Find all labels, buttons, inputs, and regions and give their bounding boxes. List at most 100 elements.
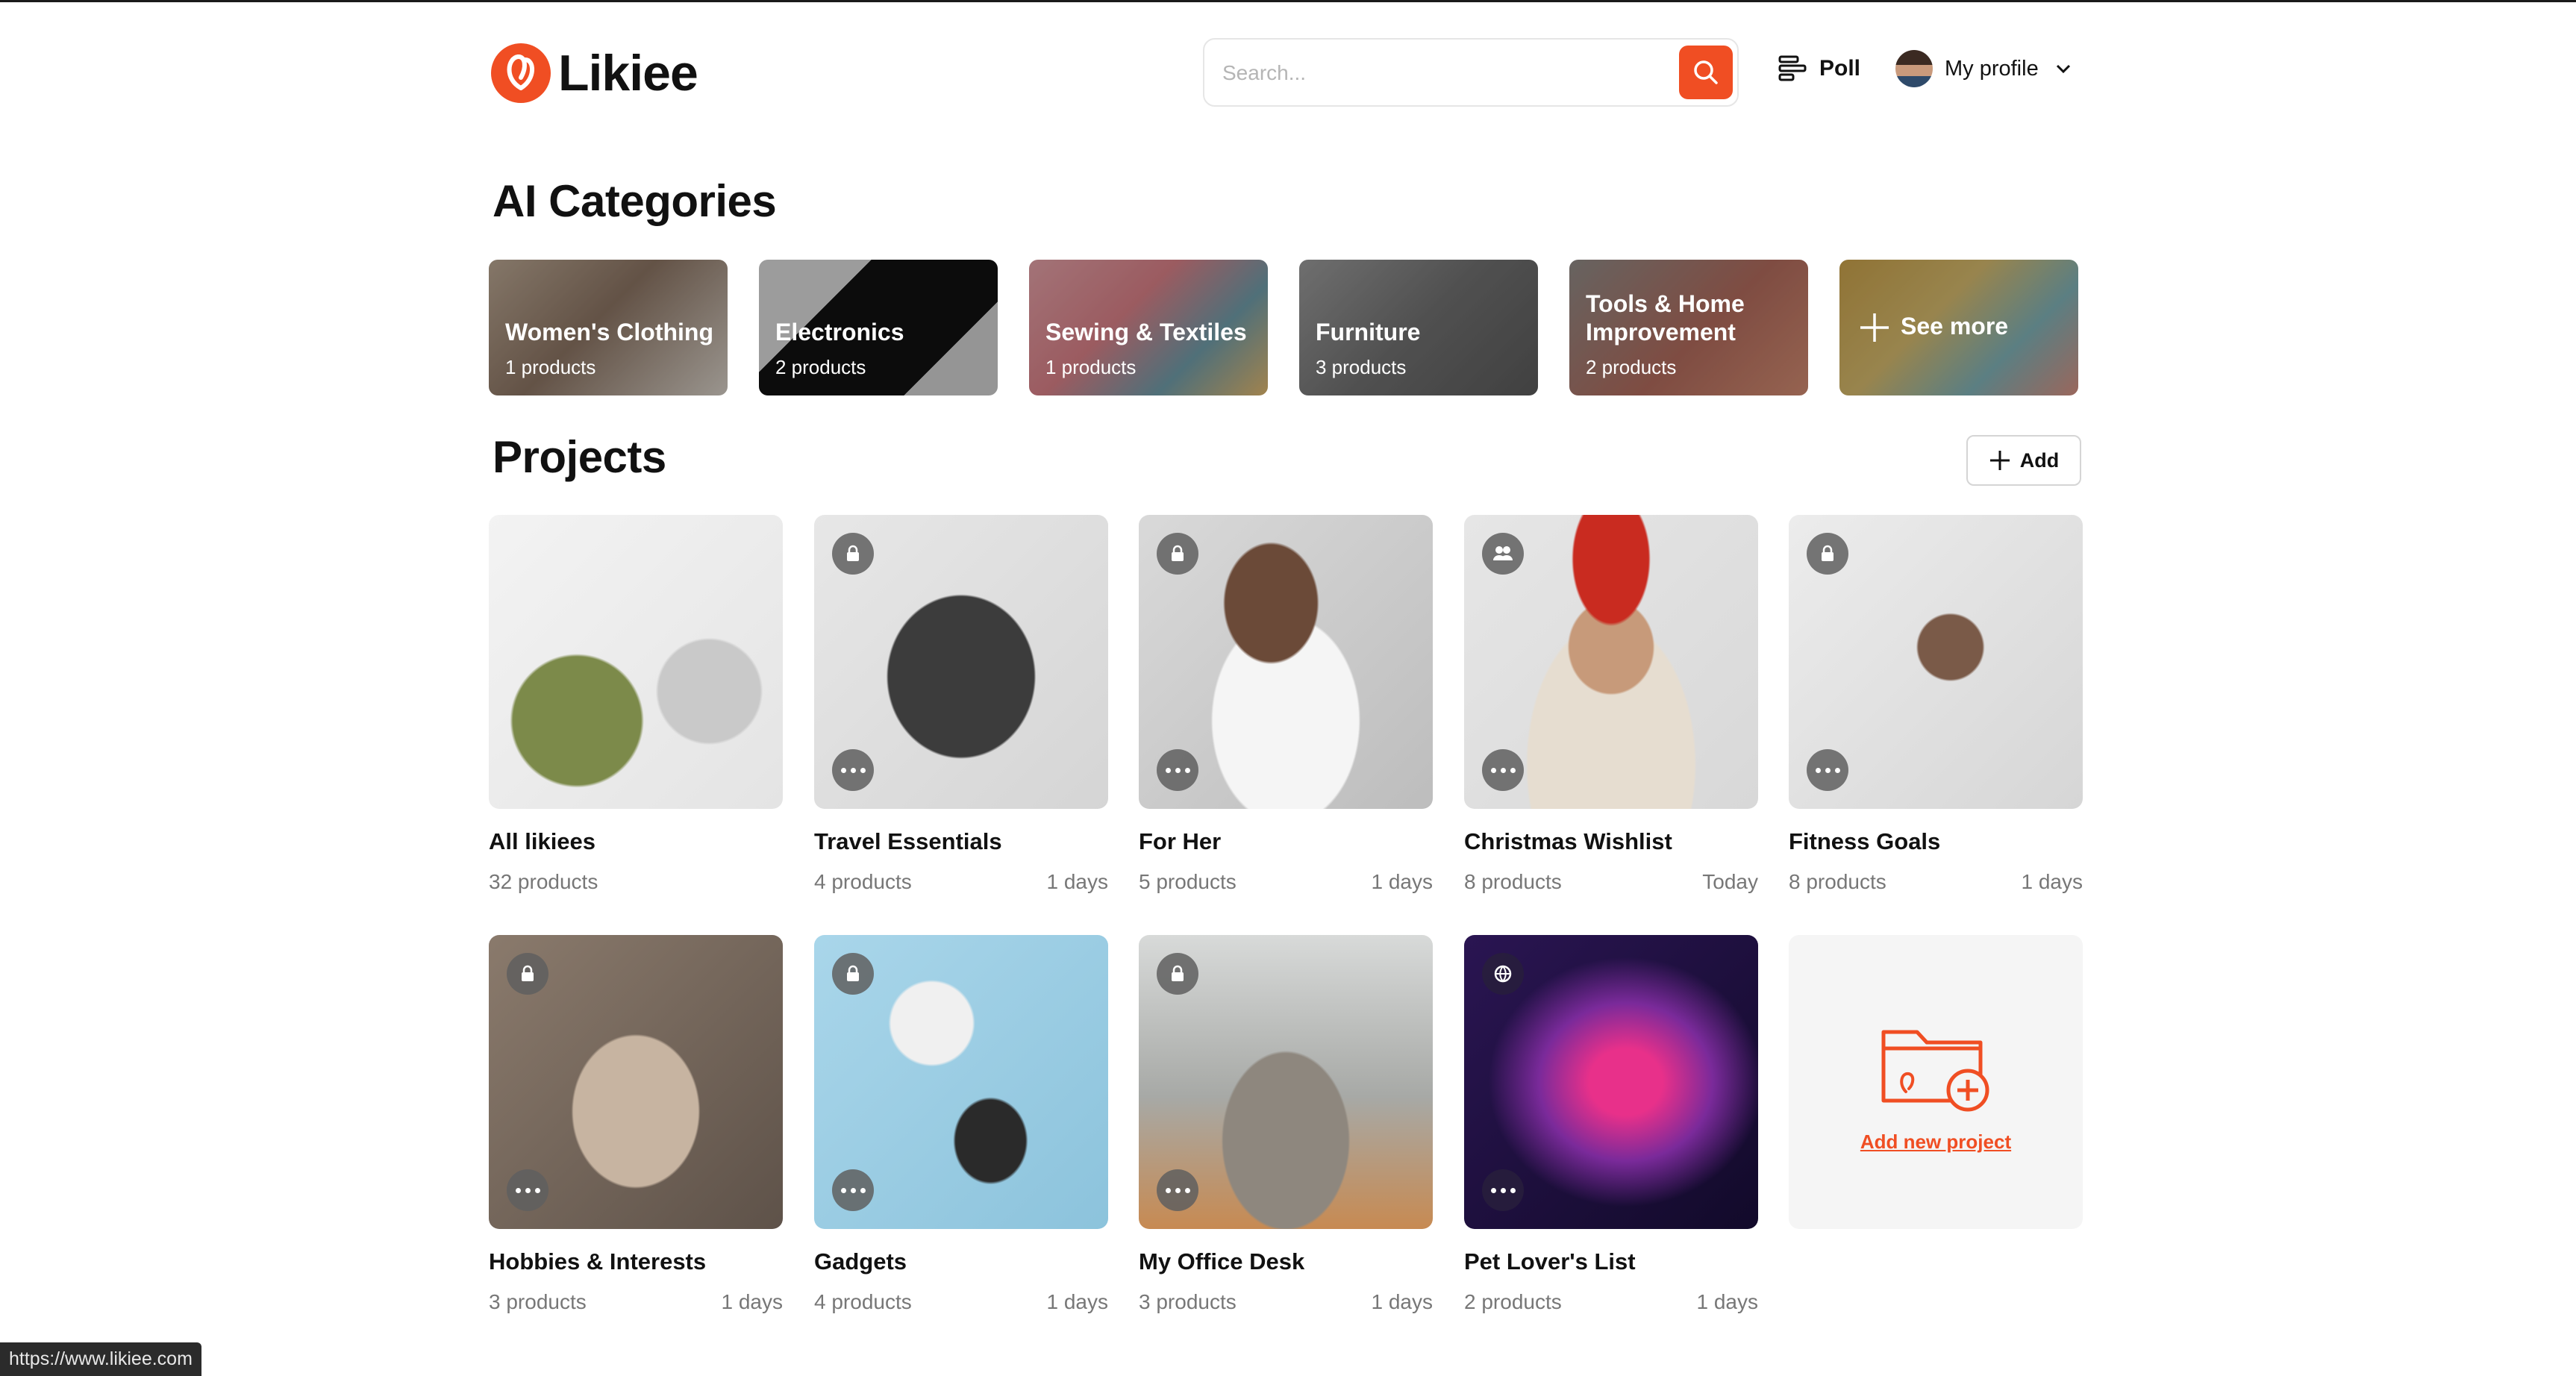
project-thumbnail — [489, 935, 783, 1229]
lock-icon — [507, 953, 548, 995]
project-meta: 4 products 1 days — [814, 1290, 1108, 1314]
search-input[interactable] — [1221, 56, 1657, 90]
project-thumbnail — [1789, 515, 2083, 809]
project-thumbnail — [814, 935, 1108, 1229]
project-thumbnail — [1139, 935, 1433, 1229]
logo-icon — [491, 43, 551, 103]
profile-menu[interactable]: My profile — [1895, 50, 2075, 87]
category-electronics[interactable]: Electronics 2 products — [759, 260, 998, 395]
project-count: 3 products — [489, 1290, 587, 1313]
project-title: Pet Lover's List — [1464, 1248, 1636, 1275]
more-options-button[interactable] — [1157, 1169, 1198, 1211]
project-meta: 2 products 1 days — [1464, 1290, 1758, 1314]
add-new-project-card[interactable]: Add new project — [1789, 935, 2083, 1229]
lock-icon — [1157, 533, 1198, 575]
project-meta: 32 products — [489, 870, 783, 894]
lock-icon — [832, 953, 874, 995]
project-age: 1 days — [2021, 870, 2083, 893]
search-icon — [1694, 60, 1718, 84]
project-title: Christmas Wishlist — [1464, 828, 1672, 854]
see-more-button[interactable]: See more — [1839, 260, 2078, 395]
more-options-button[interactable] — [1807, 749, 1848, 791]
project-card-gadgets[interactable]: Gadgets 4 products 1 days — [814, 935, 1108, 1314]
project-title: For Her — [1139, 828, 1222, 854]
project-title: My Office Desk — [1139, 1248, 1305, 1275]
category-name: Tools & Home Improvement — [1586, 290, 1745, 345]
project-card-for-her[interactable]: For Her 5 products 1 days — [1139, 515, 1433, 894]
plus-icon — [1860, 313, 1889, 342]
category-name: Furniture — [1316, 319, 1421, 345]
category-womens-clothing[interactable]: Women's Clothing 1 products — [489, 260, 728, 395]
project-count: 2 products — [1464, 1290, 1562, 1313]
project-card-pet-lovers-list[interactable]: Pet Lover's List 2 products 1 days — [1464, 935, 1758, 1314]
see-more-label: See more — [1901, 313, 2009, 340]
category-name: Women's Clothing — [505, 319, 713, 345]
project-title: Hobbies & Interests — [489, 1248, 707, 1275]
more-options-button[interactable] — [1482, 1169, 1524, 1211]
project-thumbnail — [1139, 515, 1433, 809]
poll-button[interactable]: Poll — [1778, 53, 1860, 84]
project-age: Today — [1702, 870, 1758, 893]
project-count: 4 products — [814, 1290, 912, 1313]
category-count: 3 products — [1316, 356, 1407, 378]
project-meta: 3 products 1 days — [1139, 1290, 1433, 1314]
category-sewing-textiles[interactable]: Sewing & Textiles 1 products — [1029, 260, 1268, 395]
project-title: Gadgets — [814, 1248, 907, 1275]
project-count: 3 products — [1139, 1290, 1237, 1313]
more-options-button[interactable] — [1482, 749, 1524, 791]
search-button[interactable] — [1679, 46, 1733, 99]
project-count: 32 products — [489, 870, 598, 893]
project-count: 8 products — [1464, 870, 1562, 893]
project-card-hobbies-interests[interactable]: Hobbies & Interests 3 products 1 days — [489, 935, 783, 1314]
project-age: 1 days — [1371, 1290, 1434, 1313]
lock-icon — [832, 533, 874, 575]
category-count: 1 products — [1045, 356, 1137, 378]
category-name: Electronics — [775, 319, 904, 345]
project-count: 5 products — [1139, 870, 1237, 893]
logo[interactable]: Likiee — [491, 43, 698, 103]
chevron-down-icon — [2056, 64, 2070, 74]
project-thumbnail — [1464, 935, 1758, 1229]
more-options-button[interactable] — [1157, 749, 1198, 791]
lock-icon — [1807, 533, 1848, 575]
ai-categories-title: AI Categories — [493, 176, 777, 226]
project-title: Fitness Goals — [1789, 828, 1941, 854]
lock-icon — [1157, 953, 1198, 995]
project-meta: 5 products 1 days — [1139, 870, 1433, 894]
more-options-button[interactable] — [832, 749, 874, 791]
category-count: 1 products — [505, 356, 596, 378]
project-meta: 3 products 1 days — [489, 1290, 783, 1314]
project-meta: 8 products 1 days — [1789, 870, 2083, 894]
search-bar — [1203, 38, 1739, 107]
people-icon — [1482, 533, 1524, 575]
category-count: 2 products — [1586, 356, 1677, 378]
category-tools-home-improvement[interactable]: Tools & Home Improvement 2 products — [1569, 260, 1808, 395]
project-title: All likiees — [489, 828, 596, 854]
avatar — [1895, 50, 1933, 87]
more-options-button[interactable] — [507, 1169, 548, 1211]
project-card-travel-essentials[interactable]: Travel Essentials 4 products 1 days — [814, 515, 1108, 894]
project-card-my-office-desk[interactable]: My Office Desk 3 products 1 days — [1139, 935, 1433, 1314]
add-label: Add — [2019, 448, 2060, 472]
plus-icon — [1989, 451, 2010, 470]
project-age: 1 days — [1046, 1290, 1109, 1313]
category-name: Sewing & Textiles — [1045, 319, 1247, 345]
project-count: 8 products — [1789, 870, 1886, 893]
poll-icon — [1778, 55, 1807, 81]
project-thumbnail — [814, 515, 1108, 809]
project-title: Travel Essentials — [814, 828, 1002, 854]
add-project-button[interactable]: Add — [1966, 435, 2081, 486]
project-card-all-likiees[interactable]: All likiees 32 products — [489, 515, 783, 894]
profile-label: My profile — [1945, 56, 2039, 81]
project-card-christmas-wishlist[interactable]: Christmas Wishlist 8 products Today — [1464, 515, 1758, 894]
add-new-project-link[interactable]: Add new project — [1789, 1130, 2083, 1154]
globe-icon — [1482, 953, 1524, 995]
project-card-fitness-goals[interactable]: Fitness Goals 8 products 1 days — [1789, 515, 2083, 894]
projects-title: Projects — [493, 432, 666, 482]
project-meta: 8 products Today — [1464, 870, 1758, 894]
status-bar-url: https://www.likiee.com — [0, 1342, 201, 1376]
project-age: 1 days — [1371, 870, 1434, 893]
category-furniture[interactable]: Furniture 3 products — [1299, 260, 1538, 395]
project-count: 4 products — [814, 870, 912, 893]
more-options-button[interactable] — [832, 1169, 874, 1211]
